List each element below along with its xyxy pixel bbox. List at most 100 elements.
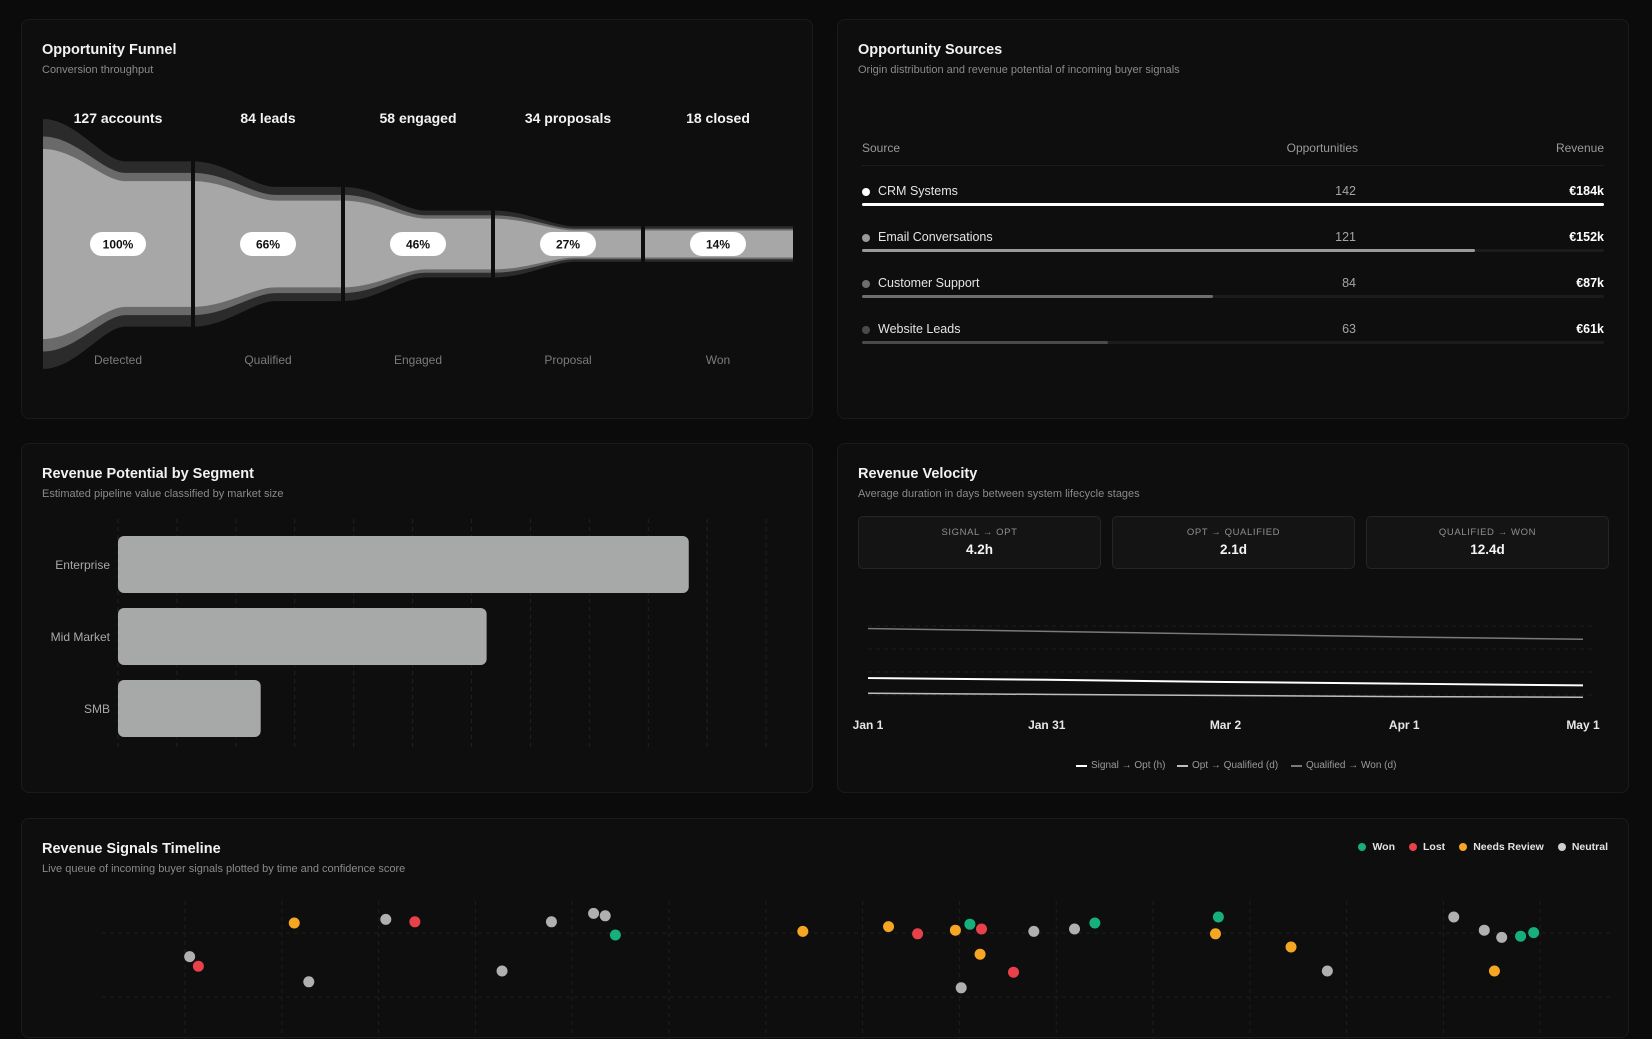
legend-qualified-to-won[interactable]: Qualified → Won (d) [1291, 760, 1396, 771]
signal-point[interactable] [496, 965, 508, 977]
source-opportunities: 84 [1342, 276, 1356, 290]
legend-swatch [1291, 764, 1302, 767]
source-row[interactable]: CRM Systems 142 €184k [862, 184, 1604, 228]
stage-percent: 66% [256, 238, 280, 252]
stage-count: 84 leads [240, 110, 295, 126]
source-row[interactable]: Email Conversations 121 €152k [862, 230, 1604, 274]
stage-percent: 27% [556, 238, 580, 252]
source-revenue: €184k [1569, 184, 1604, 198]
source-opportunities: 142 [1335, 184, 1356, 198]
legend-swatch [1076, 764, 1087, 767]
column-header-source[interactable]: Source [862, 141, 900, 155]
signal-point[interactable] [588, 907, 600, 919]
source-row[interactable]: Website Leads 63 €61k [862, 322, 1604, 366]
signal-point[interactable] [1496, 931, 1508, 943]
signal-point[interactable] [409, 916, 421, 928]
signal-point[interactable] [912, 928, 924, 940]
stage-divider [191, 157, 195, 331]
segment-label: Mid Market [51, 630, 111, 644]
stage-label: Detected [94, 353, 142, 367]
source-dot-icon [862, 280, 870, 288]
x-tick-label: Jan 31 [1028, 718, 1066, 732]
x-tick-label: Mar 2 [1210, 718, 1242, 732]
signal-point[interactable] [974, 948, 986, 960]
source-revenue: €152k [1569, 230, 1604, 244]
velocity-series-line[interactable] [867, 627, 1584, 640]
x-tick-label: Jan 1 [853, 718, 884, 732]
opportunity-funnel-card: Opportunity Funnel Conversion throughput… [21, 19, 813, 419]
segment-bar[interactable] [118, 680, 261, 737]
signal-point[interactable] [1478, 924, 1490, 936]
signal-point[interactable] [964, 918, 976, 930]
signal-point[interactable] [1448, 911, 1460, 923]
legend-swatch [1177, 764, 1188, 767]
stage-percent: 100% [103, 238, 134, 252]
signal-point[interactable] [976, 923, 988, 935]
source-share-track [862, 249, 1604, 252]
signal-point[interactable] [1285, 941, 1297, 953]
stage-percent: 14% [706, 238, 730, 252]
stage-count: 18 closed [686, 110, 750, 126]
source-revenue: €61k [1576, 322, 1604, 336]
legend-label: Signal → Opt (h) [1091, 760, 1166, 771]
signals-scatter-chart [102, 901, 1612, 1039]
stage-label: Won [706, 353, 730, 367]
revenue-segment-card: Revenue Potential by Segment Estimated p… [21, 443, 813, 793]
source-name: Email Conversations [878, 230, 993, 244]
signal-point[interactable] [1028, 925, 1040, 937]
signal-point[interactable] [599, 910, 611, 922]
signal-point[interactable] [1321, 965, 1333, 977]
column-header-opportunities[interactable]: Opportunities [1287, 141, 1358, 155]
signal-point[interactable] [288, 917, 300, 929]
signal-point[interactable] [1209, 928, 1221, 940]
x-tick-label: May 1 [1566, 718, 1600, 732]
signal-point[interactable] [609, 929, 621, 941]
stage-count: 34 proposals [525, 110, 612, 126]
source-opportunities: 63 [1342, 322, 1356, 336]
velocity-series-line[interactable] [867, 677, 1584, 687]
signal-point[interactable] [184, 951, 196, 963]
stage-divider [641, 222, 645, 266]
signal-point[interactable] [1069, 923, 1081, 935]
legend-opt-to-qualified[interactable]: Opt → Qualified (d) [1177, 760, 1278, 771]
column-header-revenue[interactable]: Revenue [1556, 141, 1604, 155]
signal-point[interactable] [1212, 911, 1224, 923]
signal-point[interactable] [955, 982, 967, 994]
stage-label: Engaged [394, 353, 442, 367]
stage-divider [341, 182, 345, 306]
segment-bar[interactable] [118, 536, 689, 593]
segment-label: Enterprise [55, 558, 110, 572]
signal-point[interactable] [797, 925, 809, 937]
revenue-signals-timeline-card: Revenue Signals Timeline Live queue of i… [21, 818, 1629, 1039]
stage-count: 127 accounts [74, 110, 163, 126]
source-share-bar [862, 203, 1604, 206]
revenue-velocity-card: Revenue Velocity Average duration in day… [837, 443, 1629, 793]
source-dot-icon [862, 234, 870, 242]
signal-point[interactable] [949, 924, 961, 936]
signal-point[interactable] [1488, 965, 1500, 977]
source-share-track [862, 203, 1604, 206]
header-divider [862, 165, 1604, 166]
source-dot-icon [862, 188, 870, 196]
signal-point[interactable] [1515, 930, 1527, 942]
x-tick-label: Apr 1 [1389, 718, 1420, 732]
signal-point[interactable] [545, 916, 557, 928]
source-share-track [862, 341, 1604, 344]
signal-point[interactable] [192, 960, 204, 972]
signal-point[interactable] [1528, 927, 1540, 939]
signal-point[interactable] [303, 976, 315, 988]
signal-point[interactable] [1089, 917, 1101, 929]
source-share-bar [862, 249, 1475, 252]
signal-point[interactable] [380, 913, 392, 925]
opportunity-sources-card: Opportunity Sources Origin distribution … [837, 19, 1629, 419]
source-share-bar [862, 341, 1108, 344]
stage-percent: 46% [406, 238, 430, 252]
signal-point[interactable] [1008, 966, 1020, 978]
legend-signal-to-opt[interactable]: Signal → Opt (h) [1076, 760, 1165, 771]
signal-point[interactable] [883, 921, 895, 933]
source-name: Customer Support [878, 276, 980, 290]
source-row[interactable]: Customer Support 84 €87k [862, 276, 1604, 320]
stage-label: Proposal [544, 353, 591, 367]
stage-divider [491, 206, 495, 282]
segment-bar[interactable] [118, 608, 487, 665]
